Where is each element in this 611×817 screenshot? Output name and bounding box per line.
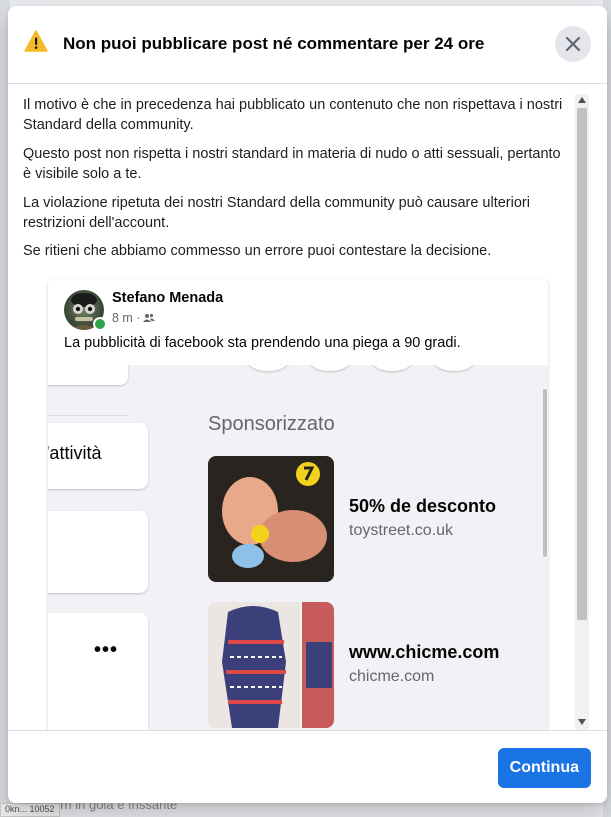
warning-paragraph: La violazione ripetuta dei nostri Standa… bbox=[23, 195, 530, 231]
dialog-footer: Continua bbox=[8, 730, 607, 803]
screenshot-divider bbox=[48, 415, 128, 416]
post-meta: 8 m · bbox=[112, 311, 156, 325]
ad-domain-toystreet: toystreet.co.uk bbox=[349, 522, 454, 539]
policy-paragraph: Questo post non rispetta i nostri standa… bbox=[23, 146, 561, 182]
ad-image-chicme bbox=[208, 602, 334, 728]
restriction-dialog: Non puoi pubblicare post né commentare p… bbox=[8, 6, 607, 803]
close-icon bbox=[565, 36, 581, 52]
story-bubble bbox=[434, 365, 474, 371]
background-status: 0kn... 10052 bbox=[0, 803, 60, 817]
scroll-up-icon[interactable] bbox=[577, 96, 587, 104]
ad-domain-chicme: chicme.com bbox=[349, 668, 435, 685]
warning-icon bbox=[24, 30, 48, 52]
appeal-paragraph: Se ritieni che abbiamo commesso un error… bbox=[23, 243, 492, 259]
more-options-icon: ••• bbox=[94, 639, 119, 661]
scrollbar-thumb[interactable] bbox=[577, 108, 587, 620]
reason-paragraph: Il motivo è che in precedenza hai pubbli… bbox=[23, 97, 563, 133]
story-bubble bbox=[248, 365, 288, 371]
ad-title-toystreet: 50% de desconto bbox=[349, 496, 497, 516]
screenshot-card: ••• bbox=[48, 613, 148, 739]
screenshot-scrollbar bbox=[543, 389, 547, 557]
flagged-post: Stefano Menada 8 m · La pubblicità di fa… bbox=[48, 279, 548, 739]
ad-title-chicme: www.chicme.com bbox=[349, 642, 500, 662]
ad-image-toystreet bbox=[208, 456, 334, 582]
post-image[interactable]: 'attività ••• Sponsorizzato 50% de desco… bbox=[48, 365, 548, 739]
post-text: La pubblicità di facebook sta prendendo … bbox=[64, 335, 461, 351]
online-status-dot bbox=[93, 317, 107, 331]
screenshot-card bbox=[48, 365, 128, 385]
friends-audience-icon bbox=[143, 313, 156, 322]
scroll-down-icon[interactable] bbox=[577, 718, 587, 726]
post-time[interactable]: 8 m · bbox=[112, 311, 140, 325]
activity-label: 'attività bbox=[48, 443, 102, 463]
story-bubble bbox=[372, 365, 412, 371]
dialog-title: Non puoi pubblicare post né commentare p… bbox=[63, 34, 485, 53]
continue-button[interactable]: Continua bbox=[497, 748, 591, 788]
close-button[interactable] bbox=[555, 26, 591, 62]
post-author[interactable]: Stefano Menada bbox=[112, 290, 223, 306]
screenshot-card bbox=[48, 511, 148, 593]
story-bubble bbox=[310, 365, 350, 371]
sponsored-title: Sponsorizzato bbox=[208, 413, 335, 435]
screenshot-card: 'attività bbox=[48, 423, 148, 489]
dialog-header: Non puoi pubblicare post né commentare p… bbox=[8, 6, 607, 84]
